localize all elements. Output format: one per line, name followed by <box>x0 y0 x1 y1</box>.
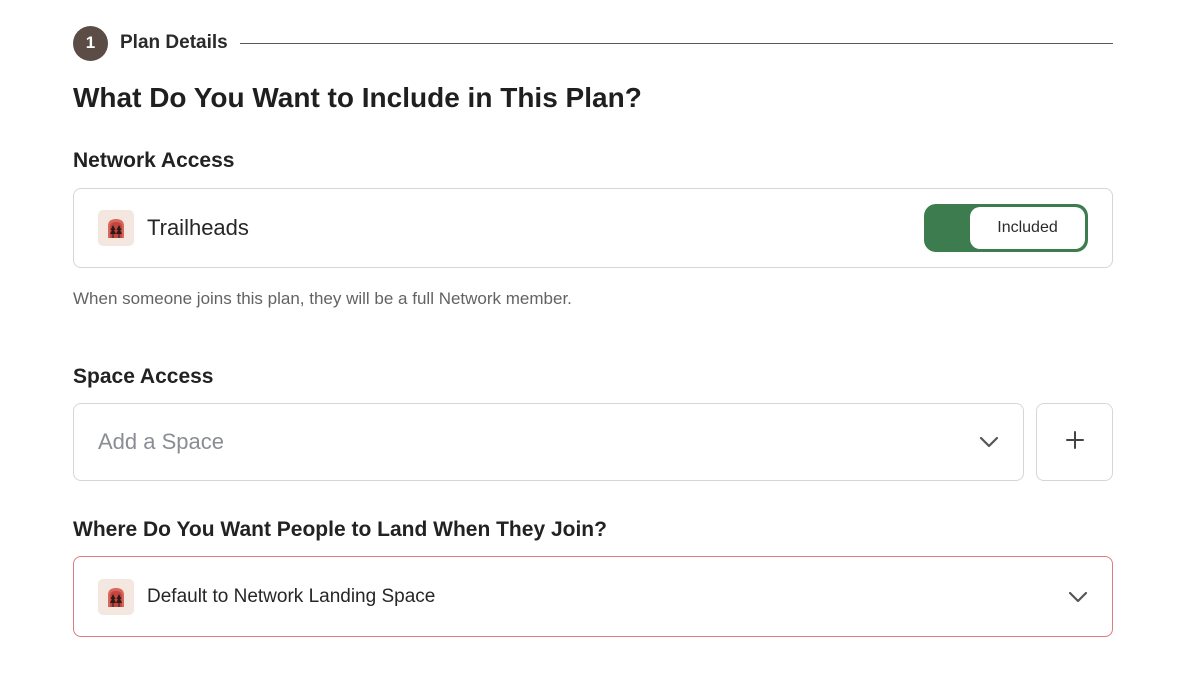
toggle-label: Included <box>970 207 1085 249</box>
network-access-label: Network Access <box>73 149 235 172</box>
plus-icon <box>1065 430 1084 454</box>
step-header: 1 Plan Details <box>73 25 1113 61</box>
page-title: What Do You Want to Include in This Plan… <box>73 82 642 113</box>
landing-label: Where Do You Want People to Land When Th… <box>73 518 607 541</box>
chevron-down-icon <box>1068 591 1088 603</box>
step-divider <box>239 42 1113 44</box>
step-number-badge: 1 <box>73 25 108 61</box>
chevron-down-icon <box>979 436 999 448</box>
network-access-card: Trailheads Included <box>73 188 1113 268</box>
landing-selected-value: Default to Network Landing Space <box>147 585 436 607</box>
network-helper-text: When someone joins this plan, they will … <box>73 289 572 308</box>
space-access-label: Space Access <box>73 365 214 388</box>
plan-details-form: 1 Plan Details What Do You Want to Inclu… <box>0 0 1182 674</box>
trailheads-logo-icon <box>98 210 134 246</box>
step-label: Plan Details <box>120 32 228 53</box>
add-space-select[interactable]: Add a Space <box>73 403 1024 481</box>
included-toggle[interactable]: Included <box>924 204 1088 252</box>
network-name: Trailheads <box>147 215 249 240</box>
landing-space-select[interactable]: Default to Network Landing Space <box>73 556 1113 637</box>
add-space-button[interactable] <box>1036 403 1113 481</box>
add-space-placeholder: Add a Space <box>98 429 224 454</box>
trailheads-logo-icon <box>98 578 134 615</box>
